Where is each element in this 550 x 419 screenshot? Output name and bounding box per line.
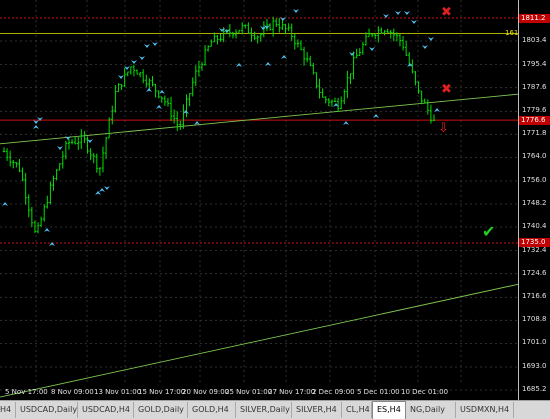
fractal-down-arrow <box>260 26 266 30</box>
chart-tab[interactable]: SILVER,H4 <box>292 402 342 418</box>
chart-tab[interactable]: CL,H4 <box>342 402 372 418</box>
fractal-down-arrow <box>104 186 110 190</box>
price-axis-label: 1787.6 <box>522 82 547 91</box>
fractal-up-arrow <box>33 125 39 129</box>
time-axis-label: 25 Nov 01:00 <box>225 388 273 396</box>
price-axis-label: 1779.6 <box>522 106 547 115</box>
cross-icon: ✖ <box>441 5 452 20</box>
time-axis-label: 20 Nov 09:00 <box>182 388 230 396</box>
fractal-down-arrow <box>404 11 410 15</box>
fractal-down-arrow <box>422 45 428 49</box>
fractal-down-arrow <box>118 75 124 79</box>
chart-tab[interactable]: ES,H4 <box>372 401 406 419</box>
price-axis-label: 1708.8 <box>522 315 547 324</box>
down-arrow-icon: ⇩ <box>438 121 449 136</box>
time-axis-label: 13 Nov 01:00 <box>94 388 142 396</box>
fractal-up-arrow <box>2 202 8 206</box>
price-axis-label: 1701.0 <box>522 338 547 347</box>
fractal-up-arrow <box>44 228 50 232</box>
fractal-up-arrow <box>99 188 105 192</box>
price-axis-label: 1756.0 <box>522 175 547 184</box>
check-icon: ✔ <box>482 222 496 241</box>
chart-tab[interactable]: H4 <box>0 402 16 418</box>
price-tag-top: 1811.2 <box>519 13 550 23</box>
fractal-up-arrow <box>373 114 379 118</box>
fractal-down-arrow <box>428 37 434 41</box>
time-axis-label: 2 Dec 09:00 <box>312 388 355 396</box>
fractal-down-arrow <box>411 20 417 24</box>
chart-tab[interactable]: NG,Daily <box>406 402 456 418</box>
fractal-up-arrow <box>95 191 101 195</box>
price-tag-support: 1735.0 <box>519 238 550 248</box>
price-tag-current: 1776.6 <box>519 115 550 125</box>
fractal-down-arrow <box>383 14 389 18</box>
fractal-down-arrow <box>65 136 71 140</box>
fractal-up-arrow <box>265 62 271 66</box>
price-axis-label: 1764.0 <box>522 152 547 161</box>
chart-canvas[interactable] <box>0 0 518 400</box>
trendline-upper <box>0 93 518 145</box>
time-axis[interactable]: 5 Nov 17:00 8 Nov 09:00 13 Nov 01:00 15 Nov… <box>0 382 518 400</box>
fractal-down-arrow <box>280 17 286 21</box>
time-axis-label: 10 Dec 01:00 <box>401 388 449 396</box>
time-axis-label: 15 Nov 17:00 <box>138 388 186 396</box>
fractal-down-arrow <box>57 146 63 150</box>
time-axis-label: 5 Nov 17:00 <box>5 388 48 396</box>
fractal-down-arrow <box>144 44 150 48</box>
chart-tab-bar: H4 USDCAD,Daily USDCAD,H4 GOLD,Daily GOLD,H4… <box>0 400 550 419</box>
chart-area[interactable] <box>0 0 518 400</box>
fractal-up-arrow <box>343 121 349 125</box>
price-axis-label: 1685.2 <box>522 385 547 393</box>
price-axis-label: 1803.4 <box>522 36 547 45</box>
chart-tab[interactable]: GOLD,H4 <box>188 402 236 418</box>
fractal-down-arrow <box>131 60 137 64</box>
fractal-down-arrow <box>152 42 158 46</box>
time-axis-label: 5 Dec 01:00 <box>357 388 400 396</box>
price-axis-label: 1771.8 <box>522 129 547 138</box>
chart-tab[interactable]: USDCAD,Daily <box>16 402 78 418</box>
price-axis-label: 1716.6 <box>522 292 547 301</box>
fractal-up-arrow <box>146 88 152 92</box>
price-axis-label: 1795.4 <box>522 59 547 68</box>
time-axis-label: 8 Nov 09:00 <box>51 388 94 396</box>
price-axis-label: 1748.2 <box>522 199 547 207</box>
chart-tab[interactable]: USDMXN,H4 <box>456 402 514 418</box>
chart-tab[interactable]: SILVER,Daily <box>236 402 292 418</box>
chart-tab[interactable]: GOLD,Daily <box>134 402 188 418</box>
fractal-down-arrow <box>139 56 145 60</box>
fractal-down-arrow <box>293 9 299 13</box>
price-axis-label: 1724.6 <box>522 268 547 277</box>
fractal-down-arrow <box>349 52 355 56</box>
cross-icon: ✖ <box>441 82 452 97</box>
fractal-down-arrow <box>395 11 401 15</box>
time-axis-label: 27 Nov 17:00 <box>268 388 316 396</box>
chart-tab[interactable]: USDCAD,H4 <box>78 402 134 418</box>
fractal-up-arrow <box>156 105 162 109</box>
price-axis[interactable]: 1803.4 1795.4 1787.6 1779.6 1771.8 1764.0 1756… <box>518 0 550 400</box>
price-axis-label: 1693.0 <box>522 361 547 370</box>
price-axis-label: 1740.4 <box>522 222 547 231</box>
fractal-up-arrow <box>194 121 200 125</box>
fractal-down-arrow <box>369 47 375 51</box>
trendline-lower <box>0 283 518 398</box>
